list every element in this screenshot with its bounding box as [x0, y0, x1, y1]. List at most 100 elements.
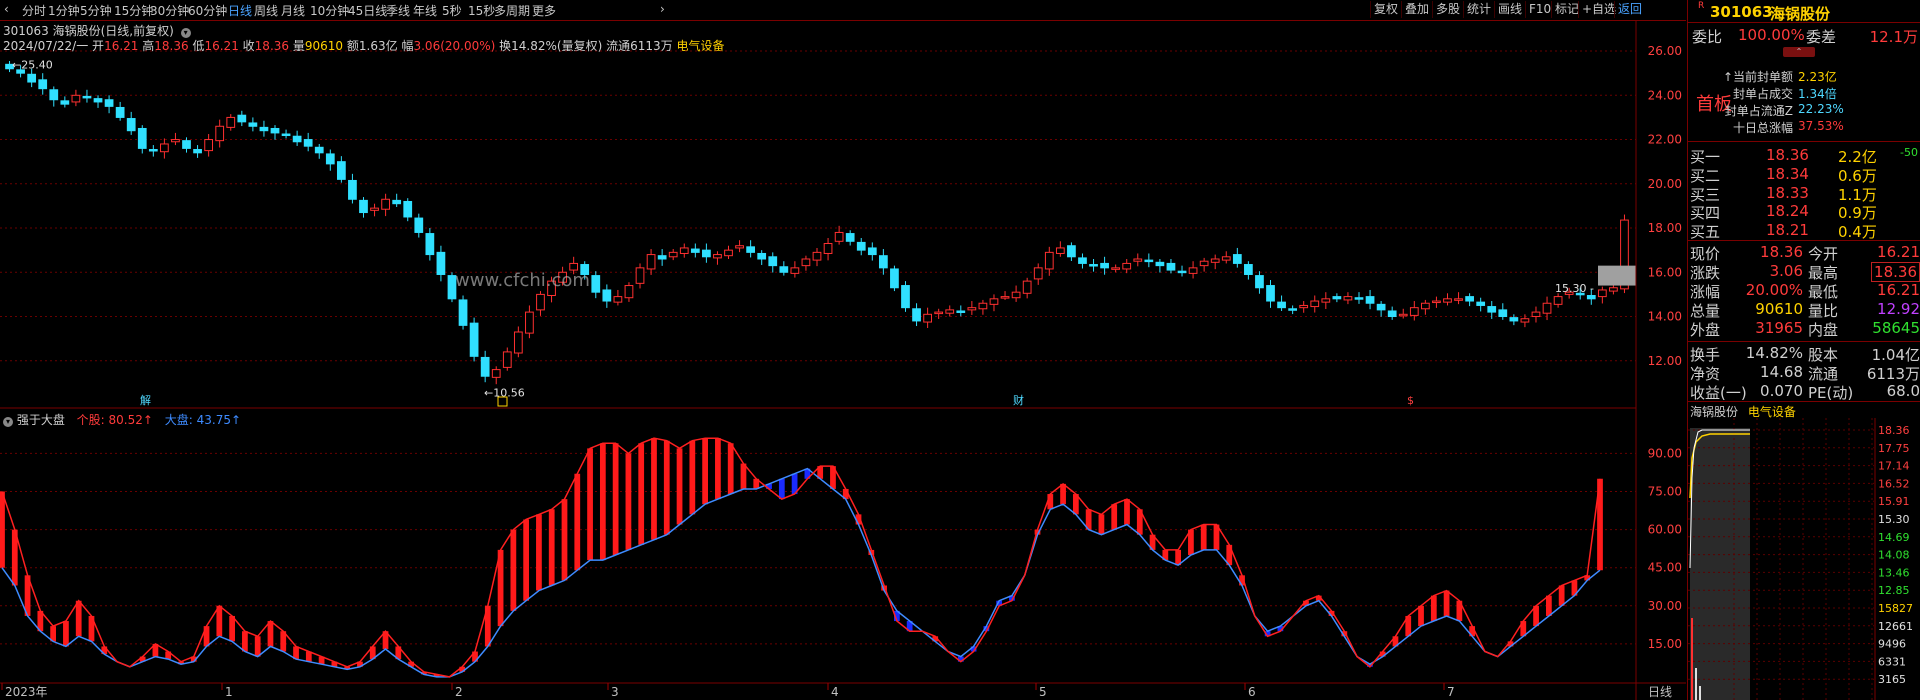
stock-title-text: 301063 海锅股份(日线,前复权) — [3, 24, 174, 38]
candle-body — [967, 307, 977, 311]
bid-row: 买五 18.21 0.4万 — [1688, 221, 1920, 241]
candle-body — [657, 255, 667, 260]
tab-5分钟[interactable]: 5分钟 — [80, 2, 112, 19]
candle-body — [1354, 297, 1364, 300]
tab-60分钟[interactable]: 60分钟 — [188, 2, 227, 19]
chevron-left-icon[interactable]: ‹ — [4, 2, 9, 16]
tool-统计[interactable]: 统计 — [1463, 1, 1494, 18]
quote-value: 12.92 — [1877, 300, 1920, 318]
candle-body — [845, 233, 855, 242]
candle-body — [348, 179, 357, 200]
tab-45日线[interactable]: 45日线 — [348, 2, 387, 19]
sector-value: 电气设备 — [676, 39, 725, 53]
tab-多周期[interactable]: 多周期 — [494, 2, 530, 19]
quote-value: 16.21 — [1877, 243, 1920, 261]
candle-body — [690, 248, 700, 253]
event-marker: 财 — [1013, 393, 1024, 407]
seal-line-label: 十日总涨幅 — [1732, 121, 1793, 135]
more-arrow-icon[interactable]: › — [660, 2, 665, 16]
stat-label: 净资 — [1690, 365, 1721, 383]
tab-15分钟[interactable]: 15分钟 — [114, 2, 153, 19]
quote-label: 涨幅 — [1690, 283, 1721, 301]
stat-row: 收益(一) 0.070 PE(动) 68.0 — [1688, 382, 1920, 402]
candle-body — [1177, 270, 1187, 274]
candle-body — [5, 63, 14, 70]
candle-body — [735, 245, 744, 249]
tab-年线[interactable]: 年线 — [413, 2, 437, 19]
intraday-mini-chart[interactable]: 18.36 17.75 17.14 16.52 15.91 15.30 14.69 14.08… — [1688, 418, 1920, 700]
price-tick-label: 18.00 — [1648, 221, 1682, 235]
candle-body — [1067, 245, 1076, 258]
candle-body — [1122, 262, 1132, 270]
tab-月线[interactable]: 月线 — [281, 2, 305, 19]
tool-多股[interactable]: 多股 — [1432, 1, 1463, 18]
tab-周线[interactable]: 周线 — [254, 2, 278, 19]
bid-price: 18.24 — [1766, 202, 1809, 221]
tab-15秒[interactable]: 15秒 — [468, 2, 495, 19]
candle-body — [867, 247, 877, 256]
market-line — [1, 467, 1601, 678]
candle-body — [724, 249, 733, 257]
weibi-row: 委比 100.00% 委差 12.1万 — [1692, 26, 1918, 46]
candle-body — [359, 199, 368, 214]
stock-line — [1, 437, 1601, 678]
candle-body — [160, 143, 169, 153]
candle-body — [558, 271, 567, 283]
price-tick-label: 26.00 — [1648, 44, 1682, 58]
toolbar: ‹ 分时 1分钟 5分钟 15分钟 30分钟 60分钟 日线 周线 月线 10分钟 45日线 季线 年线… — [0, 0, 1686, 21]
tab-分时[interactable]: 分时 — [22, 2, 46, 19]
candle-body — [1000, 296, 1010, 299]
candle-body — [923, 313, 932, 323]
candle-body — [1509, 317, 1519, 322]
stat-row: 换手 14.82% 股本 1.04亿 — [1688, 344, 1920, 364]
chart-area[interactable]: 26.00 24.00 22.00 20.00 18.00 16.00 14.00 12.00… — [0, 0, 1686, 700]
quote-value: 18.36 — [1871, 262, 1920, 282]
tool-+自选[interactable]: +自选 — [1578, 1, 1619, 18]
tab-1分钟[interactable]: 1分钟 — [48, 2, 80, 19]
tab-季线[interactable]: 季线 — [386, 2, 410, 19]
tool-画线[interactable]: 画线 — [1494, 1, 1525, 18]
candle-body — [1310, 300, 1320, 308]
tab-更多[interactable]: 更多 — [532, 2, 556, 19]
candle-body — [1221, 256, 1231, 261]
tab-30分钟[interactable]: 30分钟 — [150, 2, 189, 19]
candle-body — [801, 258, 811, 267]
quote-row: 涨跌 3.06 最高 18.36 — [1688, 262, 1920, 282]
seal-line-label: 封单占成交 — [1732, 87, 1793, 101]
candle-body — [1564, 291, 1574, 295]
tool-叠加[interactable]: 叠加 — [1401, 1, 1432, 18]
collapse-icon[interactable]: ▾ — [3, 417, 13, 427]
seal-line: 封单占流通Z 22.23% — [1688, 102, 1920, 119]
quote-row: 外盘 31965 内盘 58645 — [1688, 319, 1920, 339]
tab-日线[interactable]: 日线 — [228, 2, 252, 19]
tool-复权[interactable]: 复权 — [1370, 1, 1401, 18]
candle-body — [1210, 258, 1220, 263]
candle-body — [1078, 257, 1087, 264]
candle-body — [502, 351, 512, 368]
seal-line-label: ↑当前封单额 — [1722, 70, 1793, 84]
stat-label: 收益(一) — [1690, 384, 1747, 402]
candle-body — [978, 302, 988, 310]
tab-10分钟[interactable]: 10分钟 — [310, 2, 349, 19]
x-tick-label: 3 — [611, 685, 619, 699]
tool-返回[interactable]: 返回 — [1614, 1, 1645, 18]
candle-body — [292, 135, 302, 143]
candle-body — [1398, 313, 1408, 317]
candle-body — [248, 122, 258, 127]
candle-body — [1365, 296, 1375, 304]
candle-body — [480, 356, 490, 377]
candle-body — [812, 251, 822, 261]
mini-tick-label: 12661 — [1878, 620, 1913, 633]
candle-body — [624, 285, 634, 299]
candle-body — [1597, 289, 1607, 298]
bid-price: 18.21 — [1766, 221, 1809, 240]
candle-body — [646, 254, 656, 270]
indicator-tick-label: 15.00 — [1648, 637, 1682, 651]
collapse-toggle[interactable]: ⌃ — [1783, 47, 1815, 57]
stat-label: PE(动) — [1808, 384, 1854, 402]
tool-F10[interactable]: F10 — [1525, 1, 1554, 18]
candle-body — [1044, 251, 1054, 270]
quote-value: 20.00% — [1745, 281, 1803, 299]
candle-body — [1487, 306, 1497, 313]
tab-5秒[interactable]: 5秒 — [442, 2, 462, 19]
